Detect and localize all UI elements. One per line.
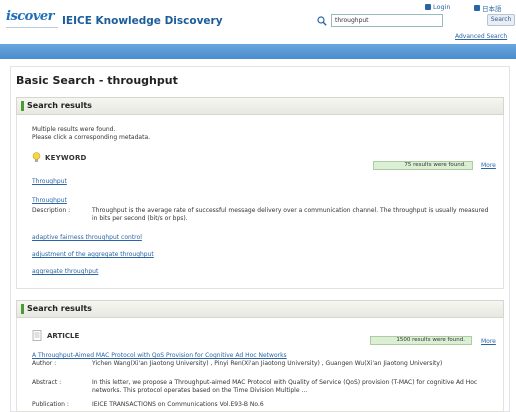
publication-label: Publication : [32,401,69,408]
login-icon [425,4,431,10]
search-icon [317,16,327,26]
lightbulb-icon [32,152,41,162]
abstract-label: Abstract : [32,379,62,386]
article-title-link[interactable]: A Throughput-Aimed MAC Protocol with QoS… [32,352,287,359]
publication-text: IEICE TRANSACTIONS on Communications Vol… [92,401,264,408]
logo-text: iscover [6,9,55,24]
author-label: Author : [32,360,57,367]
search-results-body [16,115,504,289]
keyword-result-link[interactable]: Throughput [32,178,67,185]
search-results-header: Search results [16,97,504,115]
site-header: iscover IEICE Knowledge Discovery Login … [0,0,516,44]
article-count: 1500 results were found. [370,336,472,345]
search-input[interactable] [331,14,443,27]
language-label: 日本語 [482,5,502,13]
keyword-category: KEYWORD [32,152,87,163]
search-button[interactable]: Search [487,14,515,26]
article-category: ARTICLE [32,330,79,341]
header-bar [0,44,516,59]
abstract-text: In this letter, we propose a Throughput-… [92,379,478,394]
keyword-result-link[interactable]: aggregate throughput [32,268,98,275]
author-text: Yichen Wang(Xi'an Jiaotong University) ,… [92,360,443,367]
section-accent [21,304,24,314]
keyword-count: 75 results were found. [373,161,473,170]
article-results-header: Search results [16,300,504,318]
site-title[interactable]: IEICE Knowledge Discovery [62,15,223,27]
section-title: Search results [27,101,92,110]
document-icon [32,330,42,341]
advanced-search-link[interactable]: Advanced Search [455,33,507,40]
description-text: Throughput is the average rate of succes… [92,207,489,222]
keyword-result-link[interactable]: adjustment of the aggregate throughput [32,251,154,258]
article-label: ARTICLE [47,331,80,340]
keyword-result-link[interactable]: Throughput [32,197,67,204]
language-link[interactable]: 日本語 [474,3,502,13]
results-message: Multiple results were found. [32,126,116,133]
keyword-result-link[interactable]: adaptive fairness throughput control [32,234,142,241]
login-label: Login [433,3,451,11]
keyword-more-link[interactable]: More [481,162,496,169]
logo-underline [6,27,58,35]
article-more-link[interactable]: More [481,338,496,345]
results-instruction: Please click a corresponding metadata. [32,134,151,141]
page-title: Basic Search - throughput [16,74,178,87]
site-logo[interactable]: iscover [6,9,58,39]
login-link[interactable]: Login [425,3,451,11]
description-label: Description : [32,207,71,214]
language-icon [474,5,480,11]
section-title: Search results [27,304,92,313]
keyword-label: KEYWORD [45,153,87,162]
section-accent [21,101,24,111]
